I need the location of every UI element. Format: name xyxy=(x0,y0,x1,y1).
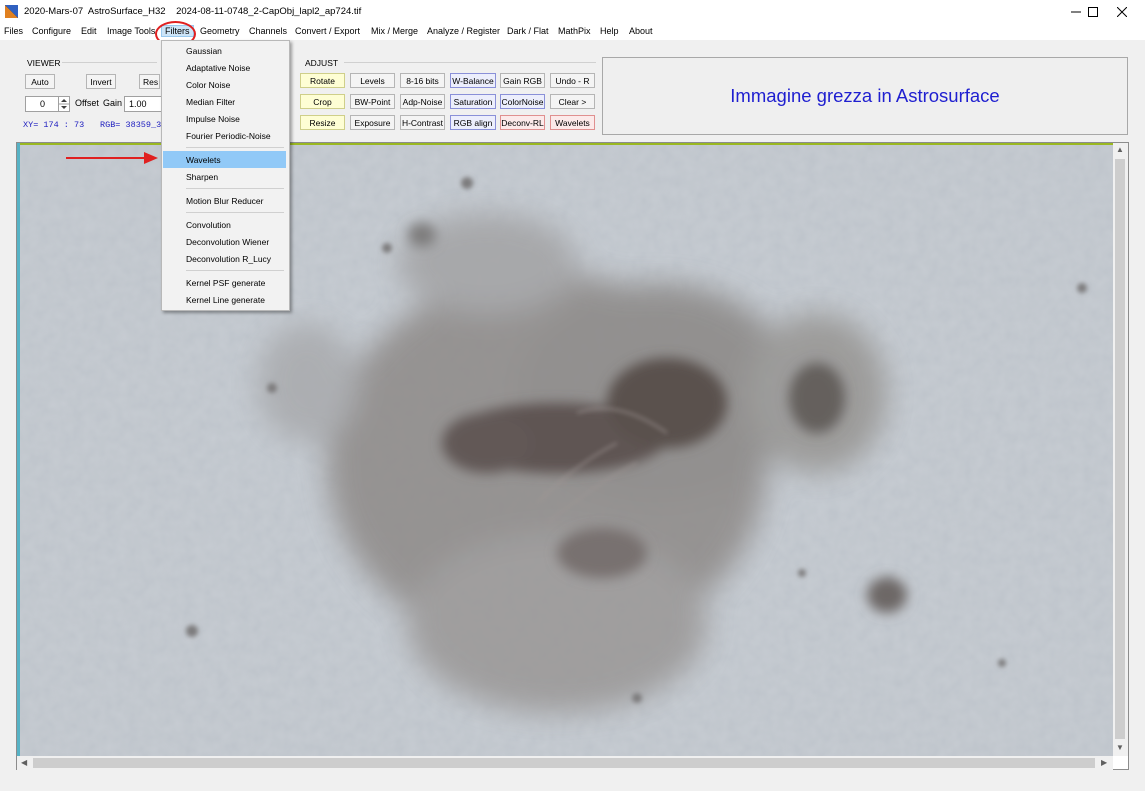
filter-fourier-periodic-noise[interactable]: Fourier Periodic-Noise xyxy=(186,131,271,141)
menu-separator xyxy=(186,147,284,148)
reset-button[interactable]: Res xyxy=(139,74,160,89)
menu-help[interactable]: Help xyxy=(600,26,619,36)
filter-deconvolution-rlucy[interactable]: Deconvolution R_Lucy xyxy=(186,254,271,264)
menu-convert-export[interactable]: Convert / Export xyxy=(295,26,360,36)
adjust-divider xyxy=(344,62,596,63)
bw-point-button[interactable]: BW-Point xyxy=(350,94,395,109)
rgb-readout: RGB= 38359_3 xyxy=(100,120,162,130)
menu-files[interactable]: Files xyxy=(4,26,23,36)
menu-edit[interactable]: Edit xyxy=(81,26,97,36)
annotation-arrow-icon xyxy=(66,152,158,164)
gain-rgb-button[interactable]: Gain RGB xyxy=(500,73,545,88)
clear-button[interactable]: Clear > xyxy=(550,94,595,109)
horizontal-scrollbar[interactable]: ◀ ▶ xyxy=(17,756,1113,770)
caption-text: Immagine grezza in Astrosurface xyxy=(730,85,1000,106)
exposure-button[interactable]: Exposure xyxy=(350,115,395,130)
filter-color-noise[interactable]: Color Noise xyxy=(186,80,230,90)
menu-analyze-register[interactable]: Analyze / Register xyxy=(427,26,500,36)
menu-image-tools[interactable]: Image Tools xyxy=(107,26,155,36)
adp-noise-button[interactable]: Adp-Noise xyxy=(400,94,445,109)
filter-deconvolution-wiener[interactable]: Deconvolution Wiener xyxy=(186,237,269,247)
gain-label: Gain xyxy=(103,98,123,108)
filter-adaptative-noise[interactable]: Adaptative Noise xyxy=(186,63,250,73)
offset-value: 0 xyxy=(40,99,46,109)
crop-button[interactable]: Crop xyxy=(300,94,345,109)
gain-field[interactable]: 1.00 xyxy=(124,96,164,112)
offset-spinner[interactable]: 0 xyxy=(25,96,70,112)
horizontal-scroll-thumb[interactable] xyxy=(33,758,1095,768)
offset-label: Offset xyxy=(75,98,99,108)
window-title: 2020-Mars-07 AstroSurface_H32 2024-08-11… xyxy=(24,6,362,17)
maximize-icon xyxy=(1088,7,1098,17)
spinner-arrows-icon[interactable] xyxy=(58,97,69,111)
filter-motion-blur-reducer[interactable]: Motion Blur Reducer xyxy=(186,196,263,206)
auto-button[interactable]: Auto xyxy=(25,74,55,89)
scroll-down-icon[interactable]: ▼ xyxy=(1116,743,1124,752)
scroll-left-icon[interactable]: ◀ xyxy=(21,758,27,767)
menu-separator xyxy=(186,212,284,213)
resize-button[interactable]: Resize xyxy=(300,115,345,130)
saturation-button[interactable]: Saturation xyxy=(450,94,496,109)
filter-kernel-psf-generate[interactable]: Kernel PSF generate xyxy=(186,278,265,288)
filter-impulse-noise[interactable]: Impulse Noise xyxy=(186,114,240,124)
menu-highlight xyxy=(163,151,286,168)
invert-button[interactable]: Invert xyxy=(86,74,116,89)
menu-separator xyxy=(186,270,284,271)
menu-mathpix[interactable]: MathPix xyxy=(558,26,591,36)
filter-sharpen[interactable]: Sharpen xyxy=(186,172,218,182)
close-button[interactable] xyxy=(1099,0,1145,24)
viewer-divider xyxy=(62,62,157,63)
filters-dropdown: Gaussian Adaptative Noise Color Noise Me… xyxy=(161,40,290,311)
filter-convolution[interactable]: Convolution xyxy=(186,220,231,230)
wavelets-button[interactable]: Wavelets xyxy=(550,115,595,130)
rgb-align-button[interactable]: RGB align xyxy=(450,115,496,130)
rotate-button[interactable]: Rotate xyxy=(300,73,345,88)
menu-about[interactable]: About xyxy=(629,26,653,36)
scroll-up-icon[interactable]: ▲ xyxy=(1116,145,1124,154)
deconv-rl-button[interactable]: Deconv-RL xyxy=(500,115,545,130)
filter-wavelets[interactable]: Wavelets xyxy=(186,155,221,165)
menu-mix-merge[interactable]: Mix / Merge xyxy=(371,26,418,36)
levels-button[interactable]: Levels xyxy=(350,73,395,88)
undo-r-button[interactable]: Undo - R xyxy=(550,73,595,88)
h-contrast-button[interactable]: H-Contrast xyxy=(400,115,445,130)
filter-gaussian[interactable]: Gaussian xyxy=(186,46,222,56)
menu-geometry[interactable]: Geometry xyxy=(200,26,240,36)
xy-readout: XY= 174 : 73 xyxy=(23,120,85,130)
adjust-label: ADJUST xyxy=(305,58,339,68)
menu-configure[interactable]: Configure xyxy=(32,26,71,36)
8-16-bits-button[interactable]: 8-16 bits xyxy=(400,73,445,88)
image-edge-strip xyxy=(17,143,20,756)
menu-dark-flat[interactable]: Dark / Flat xyxy=(507,26,549,36)
caption-box: Immagine grezza in Astrosurface xyxy=(602,57,1128,135)
viewer-label: VIEWER xyxy=(27,58,61,68)
filter-kernel-line-generate[interactable]: Kernel Line generate xyxy=(186,295,265,305)
vertical-scroll-thumb[interactable] xyxy=(1115,159,1125,739)
w-balance-button[interactable]: W-Balance xyxy=(450,73,496,88)
filter-median[interactable]: Median Filter xyxy=(186,97,235,107)
app-icon xyxy=(5,5,18,18)
menu-separator xyxy=(186,188,284,189)
colornoise-button[interactable]: ColorNoise xyxy=(500,94,545,109)
vertical-scrollbar[interactable]: ▲ ▼ xyxy=(1113,143,1128,756)
scroll-right-icon[interactable]: ▶ xyxy=(1101,758,1107,767)
close-icon xyxy=(1117,7,1127,17)
menu-channels[interactable]: Channels xyxy=(249,26,287,36)
